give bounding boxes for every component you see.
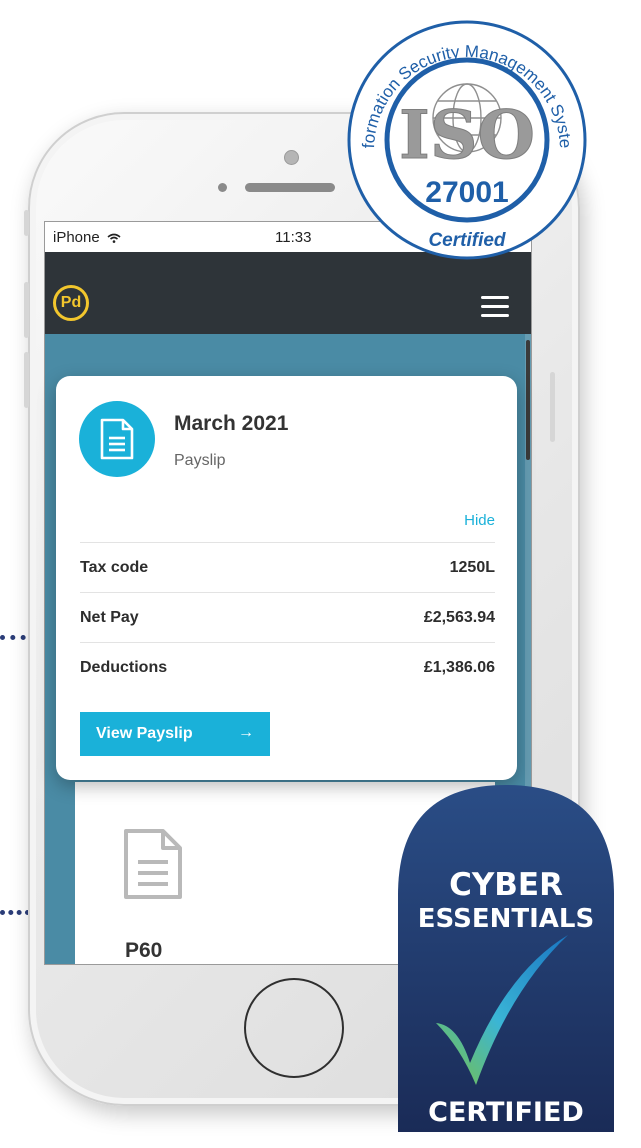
iso-certified: Certified bbox=[428, 230, 505, 251]
front-camera bbox=[284, 150, 299, 165]
cyber-line2: ESSENTIALS bbox=[418, 904, 594, 934]
carrier-text: iPhone bbox=[53, 229, 100, 246]
iso-number: 27001 bbox=[425, 176, 508, 209]
sensor-dot bbox=[218, 183, 227, 192]
view-payslip-label: View Payslip bbox=[96, 725, 193, 742]
cyber-line1: CYBER bbox=[449, 867, 563, 903]
p60-title: P60 bbox=[125, 939, 163, 962]
row-value: 1250L bbox=[449, 559, 495, 576]
document-icon bbox=[100, 418, 134, 460]
row-value: £2,563.94 bbox=[423, 609, 495, 626]
row-net-pay: Net Pay £2,563.94 bbox=[80, 592, 495, 643]
iso-logo-text: ISO bbox=[399, 96, 535, 174]
dotted-connector-2 bbox=[0, 910, 30, 915]
home-button[interactable] bbox=[244, 978, 344, 1078]
view-payslip-button[interactable]: View Payslip → bbox=[80, 712, 270, 756]
row-deductions: Deductions £1,386.06 bbox=[80, 642, 495, 693]
phone-volume-down bbox=[24, 352, 29, 408]
carrier-label: iPhone bbox=[53, 229, 121, 246]
row-tax-code: Tax code 1250L bbox=[80, 542, 495, 593]
row-label: Tax code bbox=[80, 559, 149, 576]
payslip-month: March 2021 bbox=[174, 412, 289, 435]
arrow-right-icon: → bbox=[238, 724, 254, 741]
wifi-icon bbox=[107, 233, 121, 243]
iso-27001-badge: Information Security Management System I… bbox=[346, 0, 587, 260]
scrollbar-thumb[interactable] bbox=[526, 340, 530, 460]
earpiece-speaker bbox=[245, 183, 335, 192]
cyber-shield bbox=[398, 785, 614, 1132]
row-label: Deductions bbox=[80, 659, 168, 676]
payslip-card: March 2021 Payslip Hide Tax code 1250L N… bbox=[56, 376, 517, 780]
hide-link[interactable]: Hide bbox=[464, 512, 495, 529]
status-time: 11:33 bbox=[275, 229, 312, 246]
row-value: £1,386.06 bbox=[423, 659, 495, 676]
cyber-certified: CERTIFIED bbox=[428, 1097, 584, 1128]
phone-volume-up bbox=[24, 282, 29, 338]
phone-side-button bbox=[24, 210, 29, 236]
cyber-essentials-badge: CYBER ESSENTIALS CERTIFIED bbox=[398, 785, 614, 1132]
payslip-icon-circle bbox=[79, 401, 155, 477]
row-label: Net Pay bbox=[80, 609, 139, 626]
app-logo[interactable]: Pd bbox=[53, 285, 89, 321]
payslip-type: Payslip bbox=[174, 452, 226, 469]
menu-icon[interactable] bbox=[481, 296, 509, 323]
document-icon bbox=[124, 829, 182, 899]
phone-power-button bbox=[550, 372, 555, 442]
